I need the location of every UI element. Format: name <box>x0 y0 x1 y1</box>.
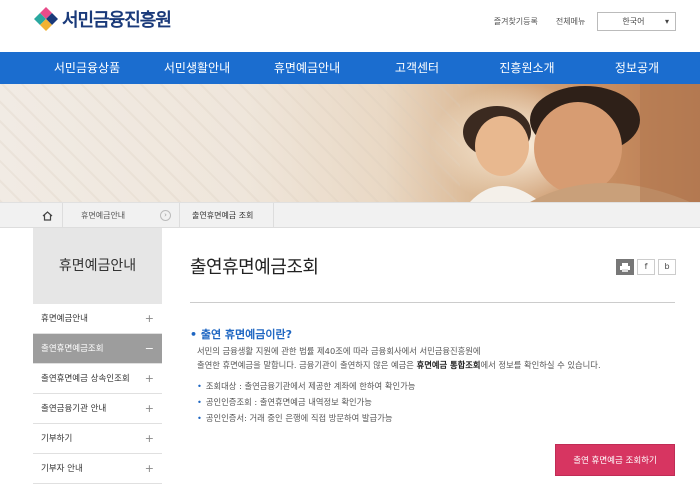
hero-photo-illustration <box>430 84 700 202</box>
sidebar-item-donate[interactable]: 기부하기 + <box>33 424 162 454</box>
utility-links: 즐겨찾기등록 전체메뉴 한국어 ▾ <box>476 12 676 31</box>
language-value: 한국어 <box>622 17 645 26</box>
facebook-share-button[interactable]: f <box>637 259 655 275</box>
plus-icon: + <box>144 462 154 475</box>
share-buttons: f b <box>613 259 676 275</box>
description-text: 에서 정보를 확인하실 수 있습니다. <box>480 360 601 370</box>
nav-item-about[interactable]: 진흥원소개 <box>472 52 582 84</box>
sidebar-item-institutions[interactable]: 출연금융기관 안내 + <box>33 394 162 424</box>
breadcrumb: 휴면예금안내 › 출연휴면예금 조회 <box>0 202 700 228</box>
sidebar-item-dormant-lookup[interactable]: 출연휴면예금조회 − <box>33 334 162 364</box>
bullet-item: 조회대상 : 출연금융기관에서 제공한 계좌에 한하여 확인가능 <box>197 378 667 394</box>
sidebar-item-label: 기부자 안내 <box>41 464 83 474</box>
sidebar-menu: 휴면예금안내 + 출연휴면예금조회 − 출연휴면예금 상속인조회 + 출연금융기… <box>33 304 162 484</box>
language-select[interactable]: 한국어 ▾ <box>597 12 676 31</box>
breadcrumb-level2[interactable]: 출연휴면예금 조회 <box>180 203 274 228</box>
blog-share-button[interactable]: b <box>658 259 676 275</box>
breadcrumb-level1[interactable]: 휴면예금안내 › <box>63 203 180 228</box>
sidebar-item-label: 휴면예금안내 <box>41 314 88 324</box>
full-menu-link[interactable]: 전체메뉴 <box>556 16 585 27</box>
hero-banner <box>0 84 700 202</box>
plus-icon: + <box>144 372 154 385</box>
title-divider <box>190 302 675 303</box>
info-bullets: 조회대상 : 출연금융기관에서 제공한 계좌에 한하여 확인가능 공인인증조회 … <box>197 378 667 426</box>
integrated-lookup-link[interactable]: 휴면예금 통합조회 <box>417 360 481 370</box>
sidebar-item-heir-lookup[interactable]: 출연휴면예금 상속인조회 + <box>33 364 162 394</box>
sidebar-item-dormant-guide[interactable]: 휴면예금안내 + <box>33 304 162 334</box>
lookup-button[interactable]: 출연 휴면예금 조회하기 <box>555 444 675 476</box>
chevron-down-icon: ▾ <box>664 17 669 26</box>
home-icon[interactable] <box>33 203 63 228</box>
nav-item-dormant-deposit[interactable]: 휴면예금안내 <box>252 52 362 84</box>
description-line-2: 출연한 휴면예금을 말합니다. 금융기관이 출연하지 않은 예금은 휴면예금 통… <box>197 358 675 372</box>
plus-icon: + <box>144 402 154 415</box>
print-icon <box>620 263 630 272</box>
logo-text: 서민금융진흥원 <box>62 10 172 31</box>
description-line-1: 서민의 금융생활 지원에 관한 법률 제40조에 따라 금융회사에서 서민금융진… <box>197 346 481 356</box>
site-logo[interactable]: 서민금융진흥원 <box>33 6 172 32</box>
bookmark-link[interactable]: 즐겨찾기등록 <box>494 16 538 27</box>
print-button[interactable] <box>616 259 634 275</box>
plus-icon: + <box>144 312 154 325</box>
sidebar-item-label: 출연휴면예금조회 <box>41 344 104 354</box>
bullet-item: 공인인증서: 거래 중인 은행에 직접 방문하여 발급가능 <box>197 410 667 426</box>
description-text: 출연한 휴면예금을 말합니다. 금융기관이 출연하지 않은 예금은 <box>197 360 417 370</box>
nav-item-disclosure[interactable]: 정보공개 <box>582 52 692 84</box>
sidebar-item-donor-guide[interactable]: 기부자 안내 + <box>33 454 162 484</box>
page-title: 출연휴면예금조회 <box>190 257 319 278</box>
chevron-right-icon[interactable]: › <box>160 210 171 221</box>
sidebar-title: 휴면예금안내 <box>33 228 162 304</box>
logo-mark-icon <box>33 6 59 32</box>
top-header: 서민금융진흥원 즐겨찾기등록 전체메뉴 한국어 ▾ <box>0 0 700 52</box>
bullet-item: 공인인증조회 : 출연휴면예금 내역정보 확인가능 <box>197 394 667 410</box>
main-nav: 서민금융상품 서민생활안내 휴면예금안내 고객센터 진흥원소개 정보공개 <box>0 52 700 84</box>
section-description: 서민의 금융생활 지원에 관한 법률 제40조에 따라 금융회사에서 서민금융진… <box>197 344 675 372</box>
nav-item-products[interactable]: 서민금융상품 <box>32 52 142 84</box>
breadcrumb-level1-label: 휴면예금안내 <box>81 211 126 220</box>
sidebar-item-label: 기부하기 <box>41 434 73 444</box>
nav-item-customer-center[interactable]: 고객센터 <box>362 52 472 84</box>
sidebar-item-label: 출연금융기관 안내 <box>41 404 107 414</box>
sidebar-item-label: 출연휴면예금 상속인조회 <box>41 374 130 384</box>
breadcrumb-level2-label: 출연휴면예금 조회 <box>192 211 254 220</box>
minus-icon: − <box>144 342 154 355</box>
nav-item-life-guide[interactable]: 서민생활안내 <box>142 52 252 84</box>
section-title: • 출연 휴면예금이란? <box>190 328 293 341</box>
plus-icon: + <box>144 432 154 445</box>
